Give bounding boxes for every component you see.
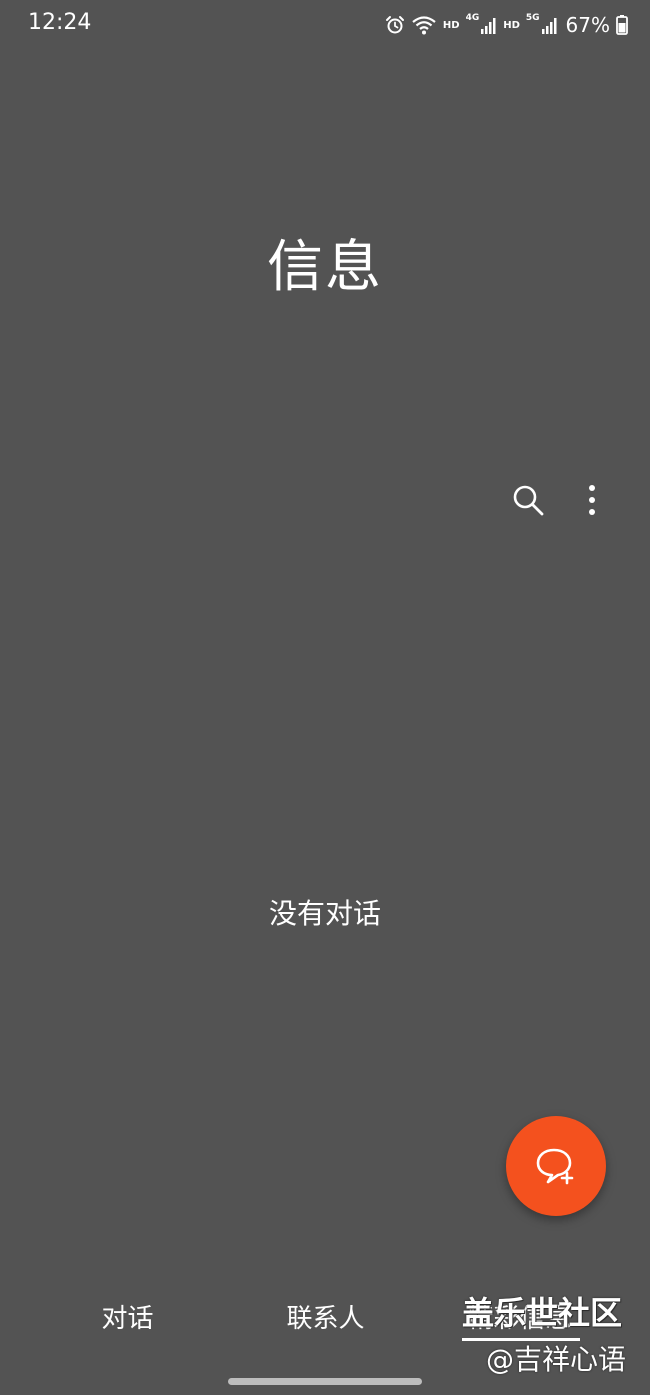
tab-conversations[interactable]: 对话 (60, 1298, 195, 1335)
alarm-icon (385, 15, 405, 35)
new-message-icon (536, 1148, 574, 1185)
watermark-author: @吉祥心语 (486, 1343, 627, 1376)
compose-message-button[interactable] (506, 1116, 606, 1216)
search-icon (513, 485, 544, 516)
status-icons: HD 4G HD 5G 67% (385, 10, 628, 40)
more-vertical-icon (589, 485, 595, 515)
tab-contacts[interactable]: 联系人 (258, 1298, 393, 1335)
gesture-handle[interactable] (228, 1378, 422, 1385)
status-bar: 12:24 HD 4G HD 5G 67% (0, 0, 650, 50)
battery-percent: 67% (565, 13, 610, 37)
watermark-community: 盖乐世社区 (462, 1294, 623, 1332)
page-title: 信息 (267, 235, 383, 300)
network-type-2: 5G (525, 13, 540, 23)
signal-icon-2 (541, 16, 558, 34)
more-options-button[interactable] (576, 480, 608, 520)
search-button[interactable] (508, 480, 548, 520)
messages-screen: 12:24 HD 4G HD 5G 67% 信息 没有对话 对话 联系人 精彩信… (0, 0, 650, 1395)
wifi-icon (411, 14, 437, 36)
battery-icon (616, 15, 628, 35)
empty-state-text: 没有对话 (268, 897, 381, 930)
hd-label-1: HD (442, 19, 460, 31)
network-type-1: 4G (465, 13, 480, 23)
hd-label-2: HD (503, 19, 520, 31)
signal-icon-1 (481, 16, 497, 34)
status-time: 12:24 (28, 10, 92, 35)
